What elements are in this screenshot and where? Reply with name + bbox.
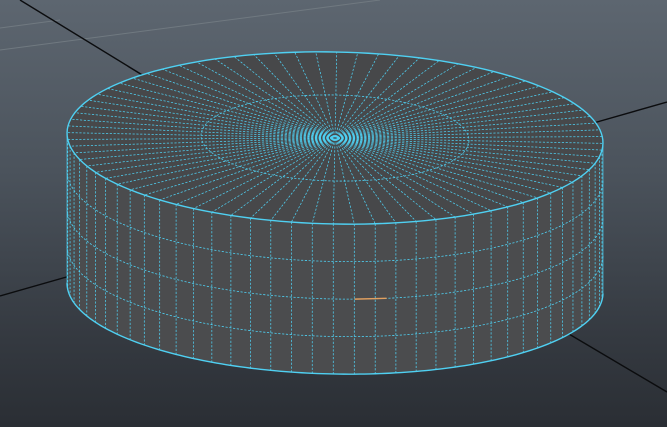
3d-viewport[interactable]: [0, 0, 667, 427]
grid-line: [0, 19, 61, 29]
ground-grid: [0, 0, 381, 51]
highlighted-edge: [354, 297, 387, 300]
viewport-scene[interactable]: [0, 0, 667, 427]
grid-line: [0, 0, 381, 51]
polygon-cylinder[interactable]: [65, 47, 604, 375]
axis-line-right: [589, 101, 667, 125]
